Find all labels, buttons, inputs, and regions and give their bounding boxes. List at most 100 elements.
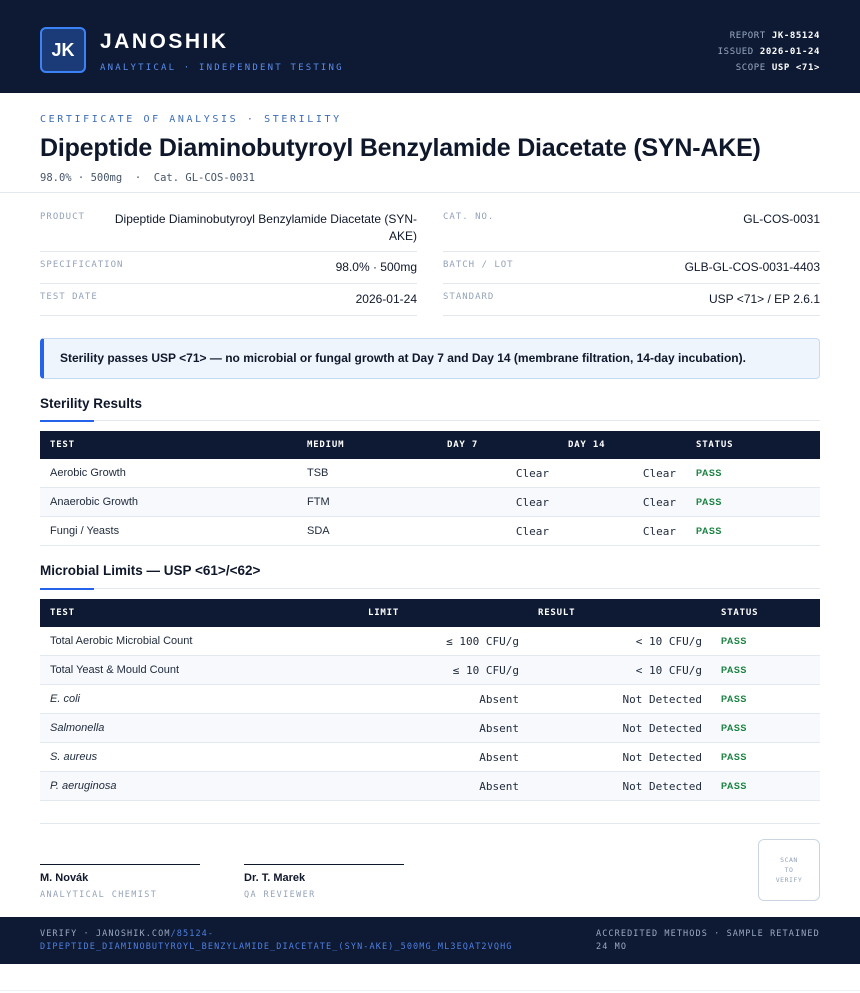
cell-test: Total Yeast & Mould Count	[50, 664, 180, 676]
cell-result: Not Detected	[622, 751, 702, 764]
cell-test: Aerobic Growth	[50, 467, 126, 479]
verify-prefix: VERIFY · JANOSHIK.COM	[40, 929, 171, 939]
qr-text: TO	[784, 866, 794, 874]
cell-day14: Clear	[642, 496, 676, 509]
signature-line	[40, 864, 200, 865]
footer-note: ACCREDITED METHODS · SAMPLE RETAINED 24 …	[596, 929, 820, 952]
qr-verify-box[interactable]: SCAN TO VERIFY	[758, 839, 820, 901]
info-label: PRODUCT	[40, 212, 85, 222]
info-label: STANDARD	[443, 292, 495, 302]
report-id-line: REPORT JK-85124	[718, 28, 820, 44]
section-title-sterility: Sterility Results	[40, 396, 143, 411]
cell-limit: ≤ 100 CFU/g	[446, 635, 519, 648]
cell-result: Not Detected	[622, 722, 702, 735]
table-row: Total Aerobic Microbial Count ≤ 100 CFU/…	[40, 627, 820, 656]
table-row: P. aeruginosa Absent Not Detected PASS	[40, 772, 820, 801]
signature-role: QA REVIEWER	[244, 890, 316, 900]
info-value: 98.0% · 500mg	[335, 260, 417, 274]
info-label: TEST DATE	[40, 292, 98, 302]
cell-day7: Clear	[515, 467, 549, 480]
column-header: RESULT	[538, 608, 576, 618]
divider	[0, 192, 860, 193]
info-standard: STANDARD USP <71> / EP 2.6.1	[443, 284, 820, 316]
footer-bar: VERIFY · JANOSHIK.COM/85124-DIPEPTIDE_DI…	[0, 917, 860, 964]
signature-name: M. Novák	[40, 872, 89, 884]
cell-medium: FTM	[307, 496, 330, 508]
cell-test: P. aeruginosa	[50, 780, 117, 792]
divider	[0, 990, 860, 991]
report-label: REPORT	[729, 31, 766, 41]
verify-text: VERIFY · JANOSHIK.COM/85124-DIPEPTIDE_DI…	[40, 928, 540, 954]
table-row: Total Yeast & Mould Count ≤ 10 CFU/g < 1…	[40, 656, 820, 685]
signature-line	[244, 864, 404, 865]
column-header: TEST	[50, 608, 75, 618]
info-label: BATCH / LOT	[443, 260, 514, 270]
signature-name: Dr. T. Marek	[244, 872, 306, 884]
section-divider	[40, 420, 820, 421]
status-badge: PASS	[721, 665, 747, 675]
info-specification: SPECIFICATION 98.0% · 500mg	[40, 252, 417, 284]
cell-result: Not Detected	[622, 693, 702, 706]
section-divider	[40, 588, 820, 589]
table-row: E. coli Absent Not Detected PASS	[40, 685, 820, 714]
result-banner: Sterility passes USP <71> — no microbial…	[40, 338, 820, 379]
status-badge: PASS	[696, 468, 722, 478]
banner-text: Sterility passes USP <71> — no microbial…	[60, 351, 746, 365]
column-header: DAY 14	[568, 440, 606, 450]
info-value: GLB-GL-COS-0031-4403	[684, 260, 820, 274]
info-value: 2026-01-24	[355, 292, 417, 306]
table-row: Fungi / Yeasts SDA Clear Clear PASS	[40, 517, 820, 546]
info-value: GL-COS-0031	[743, 212, 820, 226]
info-cat-no: CAT. NO. GL-COS-0031	[443, 204, 820, 252]
brand-name: JANOSHIK	[100, 30, 229, 53]
report-meta: REPORT JK-85124 ISSUED 2026-01-24 SCOPE …	[718, 28, 820, 76]
signature-role: ANALYTICAL CHEMIST	[40, 890, 158, 900]
cell-test: Total Aerobic Microbial Count	[50, 635, 193, 647]
info-label: SPECIFICATION	[40, 260, 124, 270]
info-value: USP <71> / EP 2.6.1	[709, 292, 820, 306]
issued-value: 2026-01-24	[759, 47, 820, 57]
info-value: Dipeptide Diaminobutyroyl Benzylamide Di…	[114, 212, 417, 243]
header-bar: JK JANOSHIK ANALYTICAL · INDEPENDENT TES…	[0, 0, 860, 93]
cell-result: < 10 CFU/g	[635, 635, 702, 648]
status-badge: PASS	[721, 723, 747, 733]
status-badge: PASS	[696, 497, 722, 507]
report-value: JK-85124	[771, 31, 820, 41]
cell-limit: Absent	[479, 780, 519, 793]
info-test-date: TEST DATE 2026-01-24	[40, 284, 417, 316]
column-header: LIMIT	[368, 608, 400, 618]
sterility-table-header: TEST MEDIUM DAY 7 DAY 14 STATUS	[40, 431, 820, 459]
status-badge: PASS	[696, 526, 722, 536]
page-title: Dipeptide Diaminobutyroyl Benzylamide Di…	[40, 134, 761, 162]
status-badge: PASS	[721, 752, 747, 762]
cell-result: Not Detected	[622, 780, 702, 793]
column-header: STATUS	[696, 440, 734, 450]
scope-label: SCOPE	[735, 63, 766, 73]
divider	[40, 823, 820, 824]
issued-line: ISSUED 2026-01-24	[718, 44, 820, 60]
info-product: PRODUCT Dipeptide Diaminobutyroyl Benzyl…	[40, 204, 417, 252]
cell-test: Fungi / Yeasts	[50, 525, 120, 537]
table-row: Aerobic Growth TSB Clear Clear PASS	[40, 459, 820, 488]
microbial-table-header: TEST LIMIT RESULT STATUS	[40, 599, 820, 627]
cell-day7: Clear	[515, 525, 549, 538]
table-row: Anaerobic Growth FTM Clear Clear PASS	[40, 488, 820, 517]
cell-test: Salmonella	[50, 722, 105, 734]
info-label: CAT. NO.	[443, 212, 495, 222]
table-row: S. aureus Absent Not Detected PASS	[40, 743, 820, 772]
cell-limit: ≤ 10 CFU/g	[452, 664, 519, 677]
status-badge: PASS	[721, 781, 747, 791]
cell-limit: Absent	[479, 751, 519, 764]
cell-day7: Clear	[515, 496, 549, 509]
cell-day14: Clear	[642, 525, 676, 538]
cell-limit: Absent	[479, 722, 519, 735]
issued-label: ISSUED	[717, 47, 754, 57]
cell-medium: SDA	[307, 525, 330, 537]
product-subline: 98.0% · 500mg · Cat. GL-COS-0031	[40, 172, 255, 184]
cell-test: Anaerobic Growth	[50, 496, 139, 508]
cell-limit: Absent	[479, 693, 519, 706]
section-accent	[40, 420, 94, 422]
column-header: TEST	[50, 440, 75, 450]
brand-tagline: ANALYTICAL · INDEPENDENT TESTING	[100, 63, 344, 73]
status-badge: PASS	[721, 694, 747, 704]
